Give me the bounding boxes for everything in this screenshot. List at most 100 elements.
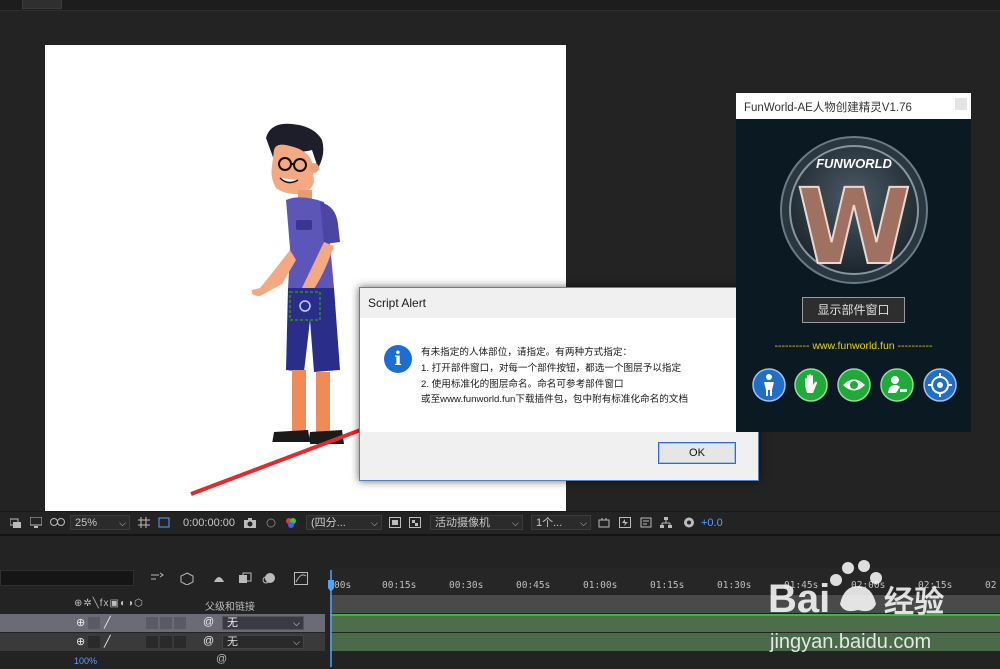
collapse-switch[interactable] bbox=[88, 636, 100, 648]
current-time[interactable]: 0:00:00:00 bbox=[183, 516, 235, 530]
viewer-toolbar: 25% ⌵ 0:00:00:00 (四分... ⌵ 活动摄像机 ⌵ 1个... ⌵ +0… bbox=[0, 511, 1000, 534]
user-add-icon[interactable] bbox=[880, 368, 914, 402]
baidu-watermark: Bai 经验 jingyan.baidu.com bbox=[768, 560, 944, 653]
layer-row[interactable]: ⊕ ╱ @ 无 ⌵ bbox=[0, 614, 325, 632]
chevron-down-icon: ⌵ bbox=[293, 637, 300, 647]
frame-blending-icon[interactable] bbox=[238, 572, 252, 585]
show-parts-window-button[interactable]: 显示部件窗口 bbox=[802, 297, 905, 323]
monitor-icon[interactable] bbox=[30, 517, 42, 528]
opacity-readout[interactable]: 100% bbox=[74, 656, 97, 666]
zoom-dropdown[interactable]: 25% ⌵ bbox=[70, 515, 130, 530]
script-alert-dialog: Script Alert ✕ i 有未指定的人体部位，请指定。有两种方式指定： … bbox=[359, 287, 759, 481]
target-icon[interactable] bbox=[923, 368, 957, 402]
show-snapshot-icon[interactable] bbox=[265, 517, 277, 528]
chevron-down-icon: ⌵ bbox=[512, 518, 519, 528]
parent-value: 无 bbox=[227, 636, 238, 648]
layer-row[interactable]: ⊕ ╱ @ 无 ⌵ bbox=[0, 633, 325, 651]
quality-switch-icon[interactable]: ╱ bbox=[104, 616, 111, 629]
panel-tab[interactable] bbox=[22, 0, 62, 9]
quality-switch-icon[interactable]: ╱ bbox=[104, 635, 111, 648]
effect-switch[interactable] bbox=[146, 636, 158, 648]
parent-link-header: 父级和链接 bbox=[205, 602, 255, 613]
parent-dropdown[interactable]: 无 ⌵ bbox=[222, 616, 304, 630]
top-panel-strip bbox=[0, 0, 1000, 11]
chevron-down-icon: ⌵ bbox=[119, 518, 126, 528]
message-line: 1. 打开部件窗口，对每一个部件按钮，都选一个图层予以指定 bbox=[421, 363, 682, 374]
views-value: 1个... bbox=[536, 517, 563, 529]
website-label: ---------- www.funworld.fun ---------- bbox=[774, 340, 933, 352]
ruler-tick: 01:30s bbox=[717, 580, 752, 591]
ruler-tick: 00s bbox=[334, 580, 352, 591]
hide-shy-layers-icon[interactable] bbox=[212, 572, 226, 585]
watermark-brand: Bai bbox=[768, 577, 830, 621]
motion-blur-icon[interactable] bbox=[262, 572, 276, 585]
effect-switch[interactable] bbox=[146, 617, 158, 629]
watermark-url: jingyan.baidu.com bbox=[769, 631, 931, 653]
watermark-brand-cn: 经验 bbox=[884, 585, 944, 620]
comp-mini-flowchart-icon[interactable] bbox=[150, 572, 164, 584]
motion-blur-switch[interactable] bbox=[174, 617, 186, 629]
vr-glasses-icon[interactable] bbox=[50, 517, 65, 528]
camera-dropdown[interactable]: 活动摄像机 ⌵ bbox=[430, 515, 523, 530]
mask-path-icon[interactable] bbox=[158, 517, 170, 528]
parent-dropdown[interactable]: 无 ⌵ bbox=[222, 635, 304, 649]
person-icon[interactable] bbox=[752, 368, 786, 402]
message-line: 或至www.funworld.fun下载插件包，包中附有标准化命名的文档 bbox=[421, 394, 689, 405]
views-dropdown[interactable]: 1个... ⌵ bbox=[531, 515, 591, 530]
hand-icon[interactable] bbox=[794, 368, 828, 402]
resolution-value: (四分... bbox=[311, 517, 346, 529]
ruler-tick: 00:15s bbox=[382, 580, 417, 591]
region-of-interest-icon[interactable] bbox=[389, 517, 401, 528]
funworld-logo: FUNWORLD W bbox=[780, 136, 928, 285]
ruler-tick: 00:30s bbox=[449, 580, 484, 591]
layer-search-input[interactable] bbox=[0, 570, 134, 586]
graph-editor-icon[interactable] bbox=[294, 572, 308, 585]
plugin-panel: FunWorld-AE人物创建精灵V1.76 FUNWORLD W 显示部件窗口… bbox=[736, 93, 971, 432]
camera-snapshot-icon[interactable] bbox=[244, 517, 256, 528]
draft-3d-icon[interactable] bbox=[180, 572, 194, 585]
ruler-tick: 01:15s bbox=[650, 580, 685, 591]
grid-guides-icon[interactable] bbox=[138, 517, 150, 528]
camera-value: 活动摄像机 bbox=[435, 517, 490, 529]
dialog-title: Script Alert bbox=[368, 296, 427, 310]
frame-blend-switch[interactable] bbox=[160, 617, 172, 629]
chevron-down-icon: ⌵ bbox=[371, 518, 378, 528]
parent-value: 无 bbox=[227, 617, 238, 629]
info-icon: i bbox=[384, 345, 412, 373]
logo-letter: W bbox=[797, 166, 912, 285]
zoom-value: 25% bbox=[75, 517, 98, 529]
panel-close-button[interactable] bbox=[955, 98, 967, 110]
dialog-body: i 有未指定的人体部位，请指定。有两种方式指定： 1. 打开部件窗口，对每一个部… bbox=[360, 318, 758, 432]
reset-exposure-icon[interactable] bbox=[598, 517, 610, 528]
eye-icon[interactable] bbox=[837, 368, 871, 402]
layer-column-header: ⊕✲╲fx▣◐◑⬡ 父级和链接 bbox=[0, 598, 325, 613]
ruler-tick: 00:45s bbox=[516, 580, 551, 591]
pick-whip-icon[interactable]: @ bbox=[203, 635, 214, 647]
shy-switch-icon[interactable]: ⊕ bbox=[76, 616, 85, 629]
panel-titlebar: FunWorld-AE人物创建精灵V1.76 bbox=[736, 93, 971, 119]
current-time-indicator[interactable] bbox=[328, 570, 334, 667]
panel-title: FunWorld-AE人物创建精灵V1.76 bbox=[744, 102, 912, 114]
switches-icons: ⊕✲╲fx▣◐◑⬡ bbox=[74, 598, 144, 609]
flowchart-icon[interactable] bbox=[660, 517, 672, 528]
shy-switch-icon[interactable]: ⊕ bbox=[76, 635, 85, 648]
message-line: 有未指定的人体部位，请指定。有两种方式指定： bbox=[421, 347, 633, 358]
motion-blur-switch[interactable] bbox=[174, 636, 186, 648]
color-channels-icon[interactable] bbox=[285, 517, 297, 528]
pick-whip-icon[interactable]: @ bbox=[203, 616, 214, 628]
paw-icon bbox=[830, 560, 882, 612]
fast-preview-icon[interactable] bbox=[619, 517, 631, 528]
ruler-tick: 01:00s bbox=[583, 580, 618, 591]
ok-button[interactable]: OK bbox=[658, 442, 736, 464]
exposure-value[interactable]: +0.0 bbox=[701, 516, 723, 530]
always-preview-icon[interactable] bbox=[10, 517, 22, 528]
timeline-icon[interactable] bbox=[640, 517, 652, 528]
chevron-down-icon: ⌵ bbox=[293, 618, 300, 628]
frame-blend-switch[interactable] bbox=[160, 636, 172, 648]
pick-whip-icon[interactable]: @ bbox=[216, 653, 227, 665]
resolution-dropdown[interactable]: (四分... ⌵ bbox=[306, 515, 382, 530]
message-line: 2. 使用标准化的图层命名。命名可参考部件窗口 bbox=[421, 379, 624, 390]
exposure-icon[interactable] bbox=[683, 517, 695, 528]
transparency-grid-icon[interactable] bbox=[409, 517, 421, 528]
collapse-switch[interactable] bbox=[88, 617, 100, 629]
